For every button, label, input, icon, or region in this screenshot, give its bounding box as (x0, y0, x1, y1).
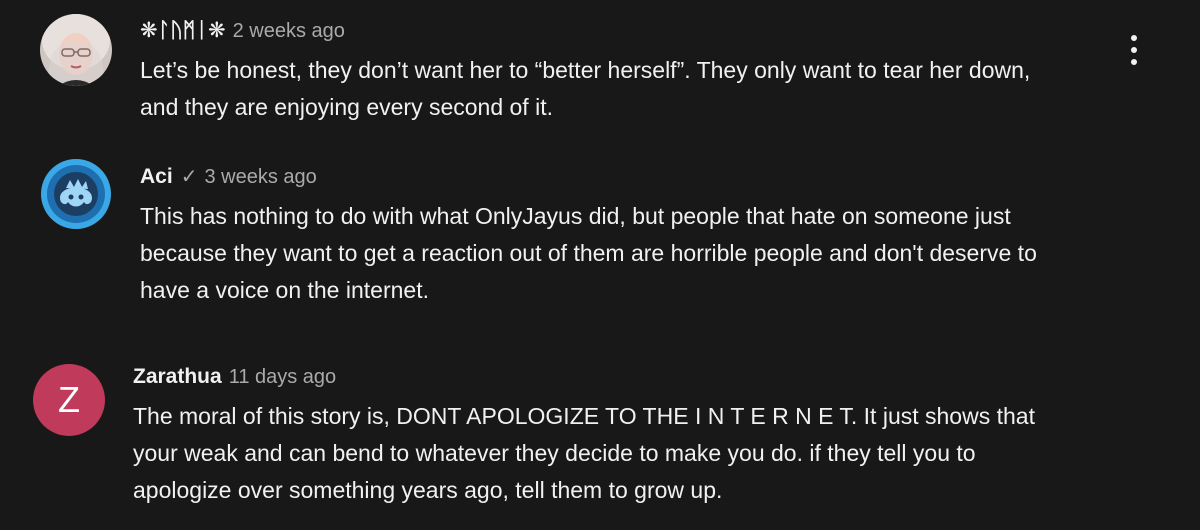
more-options-button[interactable] (1118, 30, 1150, 70)
profile-photo-icon (40, 14, 112, 86)
verified-check-icon: ✓ (180, 166, 198, 188)
author-name[interactable]: ❋ᛚᚢᛗᛁ❋ (140, 18, 226, 43)
comment-header: ❋ᛚᚢᛗᛁ❋ 2 weeks ago (140, 18, 345, 43)
author-name[interactable]: Zarathua (133, 365, 222, 389)
timestamp[interactable]: 3 weeks ago (204, 166, 316, 189)
comment-text: This has nothing to do with what OnlyJay… (140, 203, 1037, 303)
timestamp[interactable]: 11 days ago (229, 366, 337, 389)
comment-text: The moral of this story is, DONT APOLOGI… (133, 403, 1035, 503)
more-vert-icon (1131, 35, 1137, 41)
more-vert-icon-dot (1131, 47, 1137, 53)
more-vert-icon-dot (1131, 59, 1137, 65)
avatar[interactable]: Z (33, 364, 105, 436)
avatar[interactable] (40, 14, 112, 86)
blue-logo-icon (40, 158, 112, 230)
timestamp[interactable]: 2 weeks ago (233, 20, 345, 43)
avatar-letter: Z (58, 379, 80, 420)
comment-text: Let’s be honest, they don’t want her to … (140, 57, 1031, 120)
comments-page: ❋ᛚᚢᛗᛁ❋ 2 weeks ago Let’s be honest, they… (0, 0, 1200, 530)
author-name[interactable]: Aci (140, 165, 173, 189)
comment-header: Aci ✓ 3 weeks ago (140, 164, 317, 189)
comment-header: Zarathua 11 days ago (133, 365, 336, 389)
avatar[interactable] (40, 158, 112, 230)
